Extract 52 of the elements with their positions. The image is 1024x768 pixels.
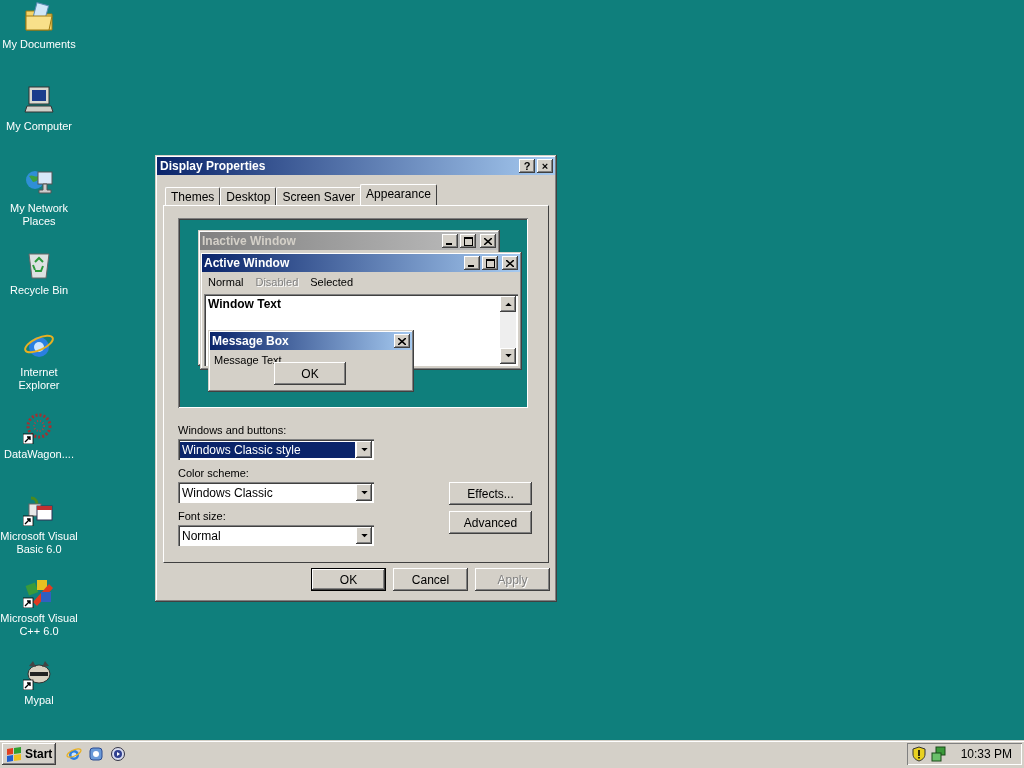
desktop-icon-label[interactable]: Recycle Bin xyxy=(9,284,69,297)
field-label: Windows and buttons: xyxy=(178,424,288,436)
window-title: Message Box xyxy=(212,334,290,348)
windows-flag-icon[interactable] xyxy=(6,746,22,762)
close-icon xyxy=(502,256,518,270)
dropdown[interactable]: Normal xyxy=(178,525,374,546)
help-button[interactable]: ? xyxy=(519,159,535,173)
shield-icon[interactable] xyxy=(910,746,927,762)
scroll-down-icon xyxy=(500,348,516,364)
dropdown[interactable]: Windows Classic xyxy=(178,482,374,503)
window-title: Inactive Window xyxy=(202,234,297,248)
scroll-up-icon xyxy=(500,296,516,312)
dialog-button[interactable]: OK xyxy=(311,568,386,591)
browser-icon[interactable] xyxy=(66,746,83,762)
desktop-icon-label[interactable]: DataWagon.... xyxy=(4,448,74,461)
computer-icon[interactable] xyxy=(23,84,55,116)
maximize-icon xyxy=(482,256,498,270)
field-label: Font size: xyxy=(178,510,227,522)
close-icon xyxy=(480,234,496,248)
minimize-icon xyxy=(464,256,480,270)
clock: 10:33 PM xyxy=(960,747,1012,761)
dropdown[interactable]: Windows Classic style xyxy=(178,439,374,460)
calendar-icon[interactable] xyxy=(23,494,55,526)
ok-button[interactable]: OK xyxy=(274,362,346,385)
tab[interactable]: Appearance xyxy=(360,184,437,205)
maximize-icon xyxy=(460,234,476,248)
tab[interactable]: Screen Saver xyxy=(276,187,362,205)
close-button[interactable]: × xyxy=(537,159,553,173)
desktop-icon-label[interactable]: Microsoft Visual C++ 6.0 xyxy=(0,612,78,638)
field-label: Color scheme: xyxy=(178,467,250,479)
folder-icon[interactable] xyxy=(23,2,55,34)
minimize-icon xyxy=(442,234,458,248)
media-player-icon[interactable] xyxy=(110,746,127,762)
desktop-icon-label[interactable]: Mypal xyxy=(24,694,54,707)
window-title: Active Window xyxy=(204,256,291,270)
window-title: Display Properties xyxy=(160,159,267,173)
window-text: Window Text xyxy=(208,297,281,311)
desktop-icon-label[interactable]: My Network Places xyxy=(0,202,78,228)
desktop-icon-label[interactable]: My Documents xyxy=(2,38,76,51)
desktop-icon-label[interactable]: My Computer xyxy=(6,120,72,133)
menu-item: Disabled xyxy=(255,276,299,288)
dialog-button[interactable]: Effects... xyxy=(449,482,532,505)
desktop-icon-label[interactable]: Internet Explorer xyxy=(0,366,78,392)
close-icon xyxy=(394,334,410,348)
tab[interactable]: Themes xyxy=(165,187,221,205)
network-icon[interactable] xyxy=(930,746,947,762)
desktop-icon-label[interactable]: Microsoft Visual Basic 6.0 xyxy=(0,530,78,556)
dialog-button[interactable]: Cancel xyxy=(393,568,468,591)
tab[interactable]: Desktop xyxy=(220,187,277,205)
start-button[interactable]: Start xyxy=(2,743,57,765)
dialog-button[interactable]: Advanced xyxy=(449,511,532,534)
mail-icon[interactable] xyxy=(88,746,105,762)
